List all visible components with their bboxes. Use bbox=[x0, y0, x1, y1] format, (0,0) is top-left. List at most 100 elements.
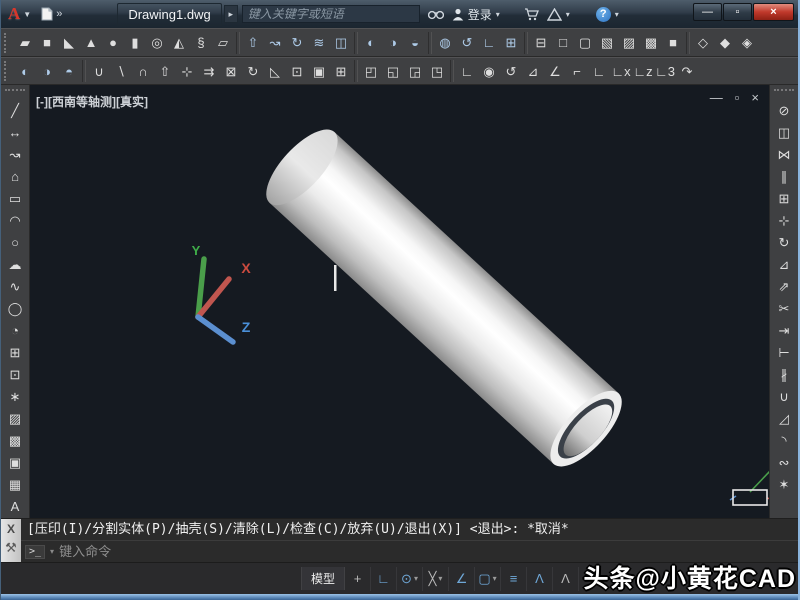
break-button[interactable]: ∦ bbox=[773, 363, 795, 385]
vs-hidden-button[interactable]: ▧ bbox=[596, 31, 618, 55]
command-close-icon[interactable]: X bbox=[7, 523, 15, 535]
polygon-button[interactable]: ⌂ bbox=[4, 165, 26, 187]
stretch-button[interactable]: ⇗ bbox=[773, 275, 795, 297]
rotate-button[interactable]: ↻ bbox=[773, 231, 795, 253]
vs-conceptual-button[interactable]: ▩ bbox=[640, 31, 662, 55]
infocenter-search-input[interactable] bbox=[242, 5, 420, 23]
ortho-mode-toggle[interactable]: ∟ bbox=[371, 567, 397, 591]
polyline-button[interactable]: ↝ bbox=[4, 143, 26, 165]
ucs-x-button[interactable]: ∟x bbox=[610, 59, 632, 83]
new-file-button[interactable]: » bbox=[36, 2, 65, 26]
copy-button[interactable]: ◫ bbox=[773, 121, 795, 143]
minimize-button[interactable]: — bbox=[693, 3, 722, 21]
construction-line-button[interactable]: ↔ bbox=[4, 121, 26, 143]
cylinder-button[interactable]: ▮ bbox=[124, 31, 146, 55]
quick-access-expand-icon[interactable]: » bbox=[56, 8, 60, 20]
vs-2d-wireframe-button[interactable]: □ bbox=[552, 31, 574, 55]
close-button[interactable]: × bbox=[753, 3, 794, 21]
title-expand-button[interactable]: ▸ bbox=[224, 5, 238, 23]
ellipse-arc-button[interactable]: ◔ bbox=[4, 319, 26, 341]
torus-button[interactable]: ◎ bbox=[146, 31, 168, 55]
a360-dropdown-icon[interactable]: ▾ bbox=[566, 10, 570, 19]
table-button[interactable]: ▦ bbox=[4, 473, 26, 495]
cone-button[interactable]: ▲ bbox=[80, 31, 102, 55]
sphere-button[interactable]: ● bbox=[102, 31, 124, 55]
ucs-apply-button[interactable]: ↷ bbox=[676, 59, 698, 83]
workspace-switching-toggle[interactable]: Λ bbox=[553, 567, 579, 591]
end-isolate-button[interactable]: ◈ bbox=[736, 31, 758, 55]
isometric-drafting-toggle[interactable]: ╳▾ bbox=[423, 567, 449, 591]
vs-wireframe-button[interactable]: ▢ bbox=[574, 31, 596, 55]
command-recent-dropdown-icon[interactable]: ▾ bbox=[50, 547, 54, 556]
circle-button[interactable]: ○ bbox=[4, 231, 26, 253]
polysolid-button[interactable]: ▰ bbox=[14, 31, 36, 55]
extrude-faces-button[interactable]: ⇧ bbox=[154, 59, 176, 83]
orbit-gizmo-button[interactable]: ↺ bbox=[456, 31, 478, 55]
search-button[interactable] bbox=[428, 8, 444, 20]
exchange-apps-button[interactable] bbox=[524, 8, 539, 21]
network-surface-button[interactable]: ◫ bbox=[330, 31, 352, 55]
viewport-minimize-button[interactable]: — bbox=[710, 90, 723, 105]
spline-button[interactable]: ∿ bbox=[4, 275, 26, 297]
a360-button[interactable]: ▾ bbox=[547, 8, 570, 21]
rotate-faces-button[interactable]: ↻ bbox=[242, 59, 264, 83]
offset-faces-button[interactable]: ⇉ bbox=[198, 59, 220, 83]
live-section-button[interactable]: ◓ bbox=[58, 59, 80, 83]
toolbar-grip[interactable] bbox=[4, 33, 11, 53]
ucs-origin-button[interactable]: ∟ bbox=[588, 59, 610, 83]
sweep-button[interactable]: ↝ bbox=[264, 31, 286, 55]
ellipse-button[interactable]: ◯ bbox=[4, 297, 26, 319]
wrench-icon[interactable]: ⚒ bbox=[5, 541, 17, 554]
hatch-button[interactable]: ▨ bbox=[4, 407, 26, 429]
chamfer-button[interactable]: ◿ bbox=[773, 407, 795, 429]
scale-button[interactable]: ⊿ bbox=[773, 253, 795, 275]
constrained-orbit-button[interactable]: ◐ bbox=[360, 31, 382, 55]
move-faces-button[interactable]: ⊹ bbox=[176, 59, 198, 83]
move-button[interactable]: ⊹ bbox=[773, 209, 795, 231]
pyramid-button[interactable]: ◭ bbox=[168, 31, 190, 55]
app-menu-button[interactable]: A ▼ bbox=[3, 2, 36, 26]
ucs-button[interactable]: ∟ bbox=[456, 59, 478, 83]
copy-faces-button[interactable]: ⊡ bbox=[286, 59, 308, 83]
object-snap-toggle[interactable]: ▢▾ bbox=[475, 567, 501, 591]
object-snap-dropdown-icon[interactable]: ▾ bbox=[493, 574, 497, 583]
erase-button[interactable]: ⊘ bbox=[773, 99, 795, 121]
revision-cloud-button[interactable]: ☁ bbox=[4, 253, 26, 275]
imprint-button[interactable]: ⊞ bbox=[330, 59, 352, 83]
shell-button[interactable]: ◱ bbox=[382, 59, 404, 83]
revolve-button[interactable]: ↻ bbox=[286, 31, 308, 55]
toolbar-grip[interactable] bbox=[774, 89, 794, 96]
isolate-objects-button[interactable]: ◇ bbox=[692, 31, 714, 55]
restore-button[interactable]: ▫ bbox=[723, 3, 752, 21]
navigation-wheel-button[interactable]: ◍ bbox=[434, 31, 456, 55]
line-button[interactable]: ╱ bbox=[4, 99, 26, 121]
viewport-close-button[interactable]: × bbox=[751, 90, 759, 105]
ucs-view-button[interactable]: ⌐ bbox=[566, 59, 588, 83]
intersect-button[interactable]: ∩ bbox=[132, 59, 154, 83]
vs-realistic-button[interactable]: ▨ bbox=[618, 31, 640, 55]
snap-mode-toggle[interactable]: + bbox=[345, 567, 371, 591]
array-button[interactable]: ⊞ bbox=[773, 187, 795, 209]
fillet-button[interactable]: ◝ bbox=[773, 429, 795, 451]
ucs-z-button[interactable]: ∟z bbox=[632, 59, 654, 83]
ucs-tool-button[interactable]: ∟ bbox=[478, 31, 500, 55]
view-manager-button[interactable]: ⊟ bbox=[530, 31, 552, 55]
ucs-object-button[interactable]: ∠ bbox=[544, 59, 566, 83]
lineweight-toggle[interactable]: ≡ bbox=[501, 567, 527, 591]
viewport-canvas[interactable]: Y X Z bbox=[30, 85, 769, 518]
ucs-world-button[interactable]: ◉ bbox=[478, 59, 500, 83]
3d-cylinder-solid[interactable] bbox=[255, 118, 634, 477]
toolbar-grip[interactable] bbox=[4, 61, 11, 81]
toolbar-grip[interactable] bbox=[5, 89, 25, 96]
polar-tracking-dropdown-icon[interactable]: ▾ bbox=[414, 574, 418, 583]
command-input[interactable] bbox=[59, 544, 798, 559]
join-button[interactable]: ∪ bbox=[773, 385, 795, 407]
clean-button[interactable]: ◲ bbox=[404, 59, 426, 83]
delete-faces-button[interactable]: ⊠ bbox=[220, 59, 242, 83]
extend-button[interactable]: ⇥ bbox=[773, 319, 795, 341]
subtract-button[interactable]: ∖ bbox=[110, 59, 132, 83]
polar-tracking-toggle[interactable]: ⊙▾ bbox=[397, 567, 423, 591]
helix-button[interactable]: § bbox=[190, 31, 212, 55]
ucs-face-button[interactable]: ⊿ bbox=[522, 59, 544, 83]
free-orbit-button[interactable]: ◑ bbox=[382, 31, 404, 55]
